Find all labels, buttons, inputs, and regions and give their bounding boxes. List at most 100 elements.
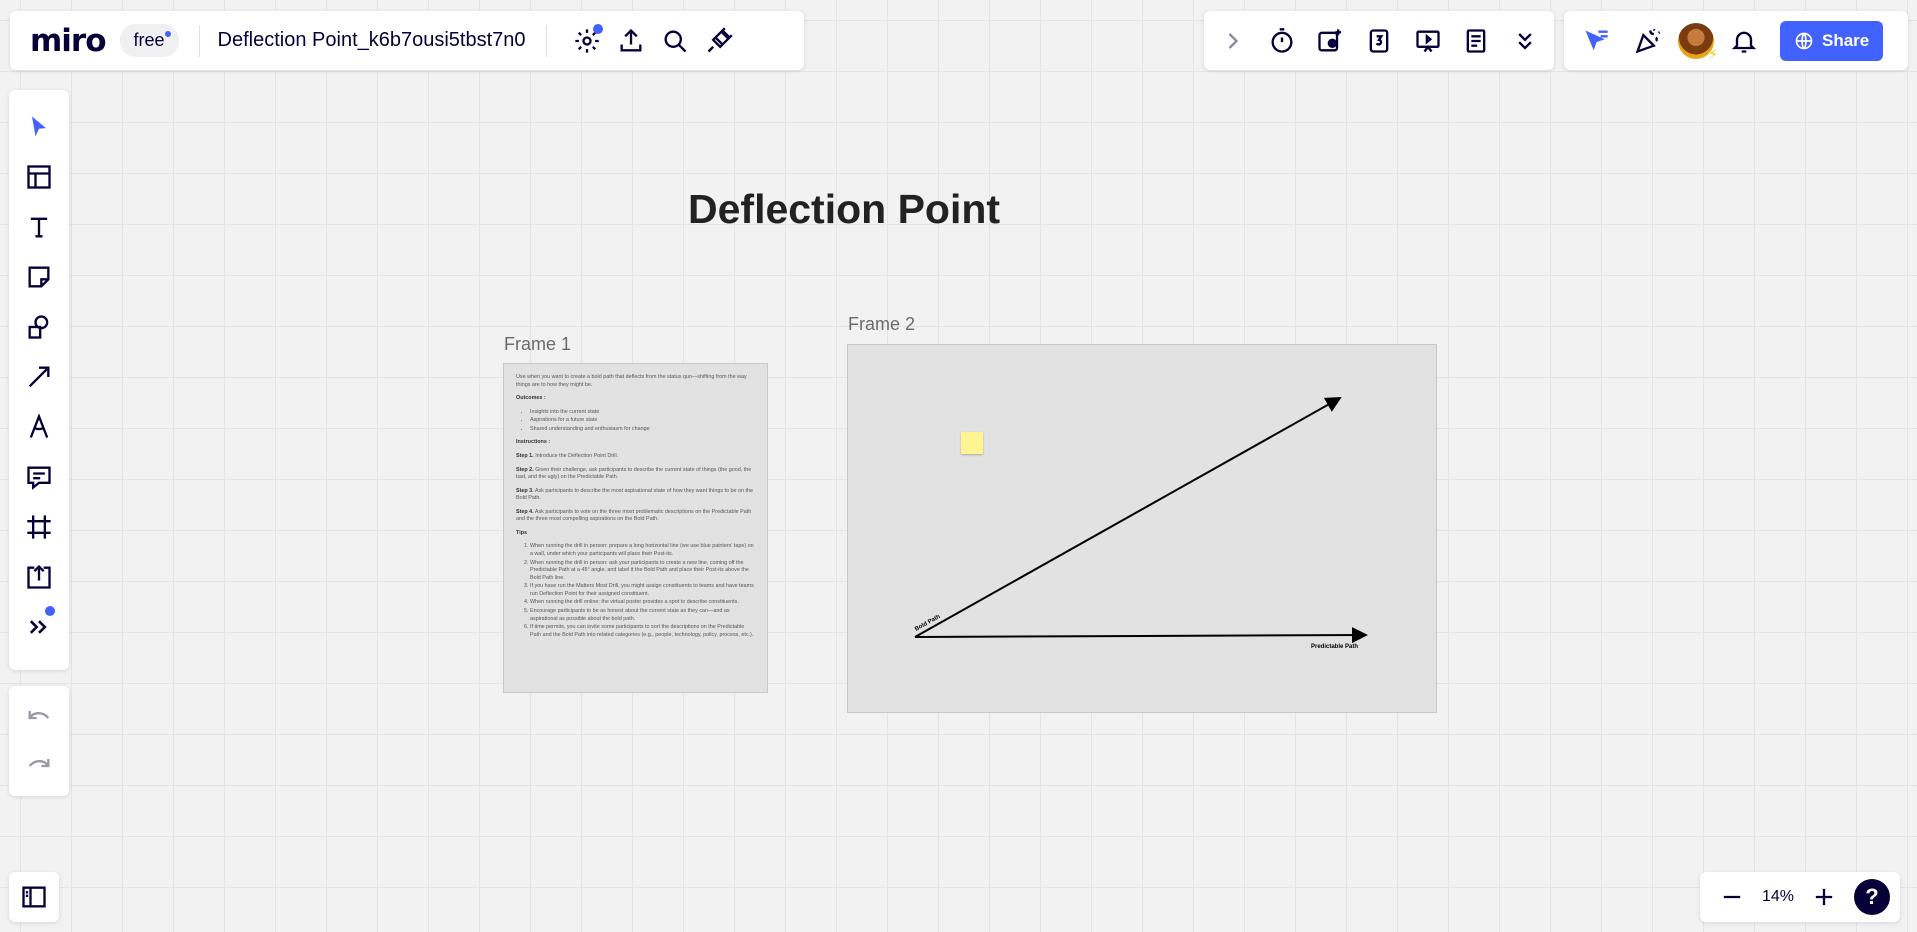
chevron-right-icon: [1228, 32, 1239, 49]
creation-toolbar: [9, 90, 69, 670]
notifications-button[interactable]: [1722, 19, 1766, 63]
step-label: Step 2.: [516, 466, 534, 473]
list-item: If time permits, you can invite some par…: [530, 624, 755, 639]
settings-button[interactable]: [565, 19, 609, 63]
presentation-button[interactable]: [1406, 19, 1449, 63]
predictable-path-label: Predictable Path: [1311, 644, 1358, 650]
miro-logo[interactable]: miro: [30, 23, 107, 59]
settings-notification-dot: [592, 23, 603, 34]
upload-tool[interactable]: [15, 552, 63, 602]
shapes-icon: [28, 315, 49, 339]
list-item: Aspirations for a future state: [530, 417, 755, 425]
deflection-diagram: Bold Path Predictable Path: [914, 397, 1368, 650]
select-tool[interactable]: [15, 102, 63, 152]
undo-icon: [28, 711, 50, 720]
more-tools-button[interactable]: [1503, 19, 1546, 63]
user-toolbar: ⚡ Share: [1564, 11, 1908, 70]
divider: [545, 24, 547, 57]
presentation-icon: [1415, 30, 1440, 52]
step-item: Step 4. Ask participants to vote on the …: [516, 509, 755, 524]
redo-icon: [28, 759, 50, 768]
minus-icon: [1723, 895, 1741, 899]
frame1-label[interactable]: Frame 1: [504, 334, 571, 355]
connection-line-tool[interactable]: [15, 352, 63, 402]
bold-path-arrow[interactable]: [914, 397, 1342, 638]
templates-tool[interactable]: [15, 152, 63, 202]
timer-icon: [1271, 27, 1293, 53]
template-icon: [27, 165, 51, 189]
step-label: Step 1.: [516, 452, 534, 459]
help-button[interactable]: ?: [1853, 879, 1890, 915]
list-item: When running the drill in person: ask yo…: [530, 560, 755, 583]
step-item: Step 3. Ask participants to describe the…: [516, 488, 755, 503]
pen-tool[interactable]: [15, 402, 63, 452]
double-chevron-right-icon: [29, 620, 47, 634]
more-apps-button[interactable]: [15, 602, 63, 652]
step-text: Ask participants to vote on the three mo…: [516, 508, 752, 523]
tips-list: When running the drill in person: prepar…: [530, 543, 755, 639]
share-button[interactable]: Share: [1780, 20, 1884, 61]
estimation-button[interactable]: [1358, 19, 1401, 63]
notes-button[interactable]: [1455, 19, 1498, 63]
list-item: Insights into the current state: [530, 409, 755, 417]
step-item: Step 1. Introduce the Deflection Point D…: [516, 453, 755, 461]
voting-icon: [1318, 28, 1342, 51]
upload-box-icon: [27, 564, 51, 589]
document-icon: [1466, 28, 1486, 53]
globe-icon: [1795, 32, 1813, 49]
frame2-label[interactable]: Frame 2: [848, 314, 915, 335]
instructions-title: Instructions :: [516, 439, 551, 446]
comment-tool[interactable]: [15, 452, 63, 502]
reactions-button[interactable]: [1626, 19, 1670, 63]
sticky-note-tool[interactable]: [15, 252, 63, 302]
pen-icon: [29, 413, 49, 438]
redo-button[interactable]: [15, 742, 63, 790]
share-label: Share: [1822, 30, 1870, 50]
plan-badge[interactable]: free: [119, 24, 179, 57]
step-text: Given their challenge, ask participants …: [516, 466, 752, 481]
search-button[interactable]: [653, 19, 697, 63]
list-item: If you have run the Matters Most Drill, …: [530, 583, 755, 598]
sidebar-icon: [22, 886, 46, 908]
board-panel-toggle[interactable]: [9, 872, 59, 922]
divider: [198, 24, 200, 57]
apps-notification-dot: [45, 606, 55, 616]
frame-icon: [27, 515, 51, 539]
collapse-toolbar-button[interactable]: [1212, 19, 1255, 63]
collaboration-toolbar: [1204, 11, 1554, 70]
board-header: miro free Deflection Point_k6b7ousi5tbst…: [10, 11, 804, 70]
upload-icon: [620, 28, 642, 51]
bell-icon: [1731, 31, 1757, 53]
frame-tool[interactable]: [15, 502, 63, 552]
text-icon: [30, 217, 48, 238]
plug-icon: [707, 26, 733, 52]
cursor-icon: [32, 116, 46, 137]
predictable-path-arrow[interactable]: [914, 627, 1368, 644]
cursor-visibility-button[interactable]: [1574, 19, 1618, 63]
plus-icon: [1815, 888, 1833, 906]
text-tool[interactable]: [15, 202, 63, 252]
undo-button[interactable]: [15, 694, 63, 742]
export-button[interactable]: [609, 19, 653, 63]
zoom-level[interactable]: 14%: [1762, 888, 1794, 906]
step-label: Step 3.: [516, 487, 534, 494]
voting-button[interactable]: [1309, 19, 1352, 63]
board-title[interactable]: Deflection Point_k6b7ousi5tbst7n0: [218, 29, 526, 52]
list-item: Shared understanding and enthusiasm for …: [530, 426, 755, 434]
card-3-icon: [1369, 28, 1389, 53]
frame2[interactable]: Bold Path Predictable Path: [847, 344, 1437, 713]
board-heading[interactable]: Deflection Point: [688, 186, 1000, 233]
timer-button[interactable]: [1261, 19, 1304, 63]
zoom-out-button[interactable]: [1710, 875, 1754, 919]
list-item: Encourage participants to be as honest a…: [530, 608, 755, 623]
shapes-tool[interactable]: [15, 302, 63, 352]
plan-notification-dot: [164, 31, 171, 37]
step-label: Step 4.: [516, 508, 534, 515]
question-mark-icon: ?: [1865, 884, 1879, 909]
apps-button[interactable]: [697, 19, 741, 63]
zoom-in-button[interactable]: [1802, 875, 1846, 919]
list-item: When running the drill online: the virtu…: [530, 599, 755, 607]
user-avatar[interactable]: ⚡: [1678, 22, 1718, 62]
frame1[interactable]: Use when you want to create a bold path …: [503, 363, 768, 693]
arrow-icon: [28, 366, 50, 388]
